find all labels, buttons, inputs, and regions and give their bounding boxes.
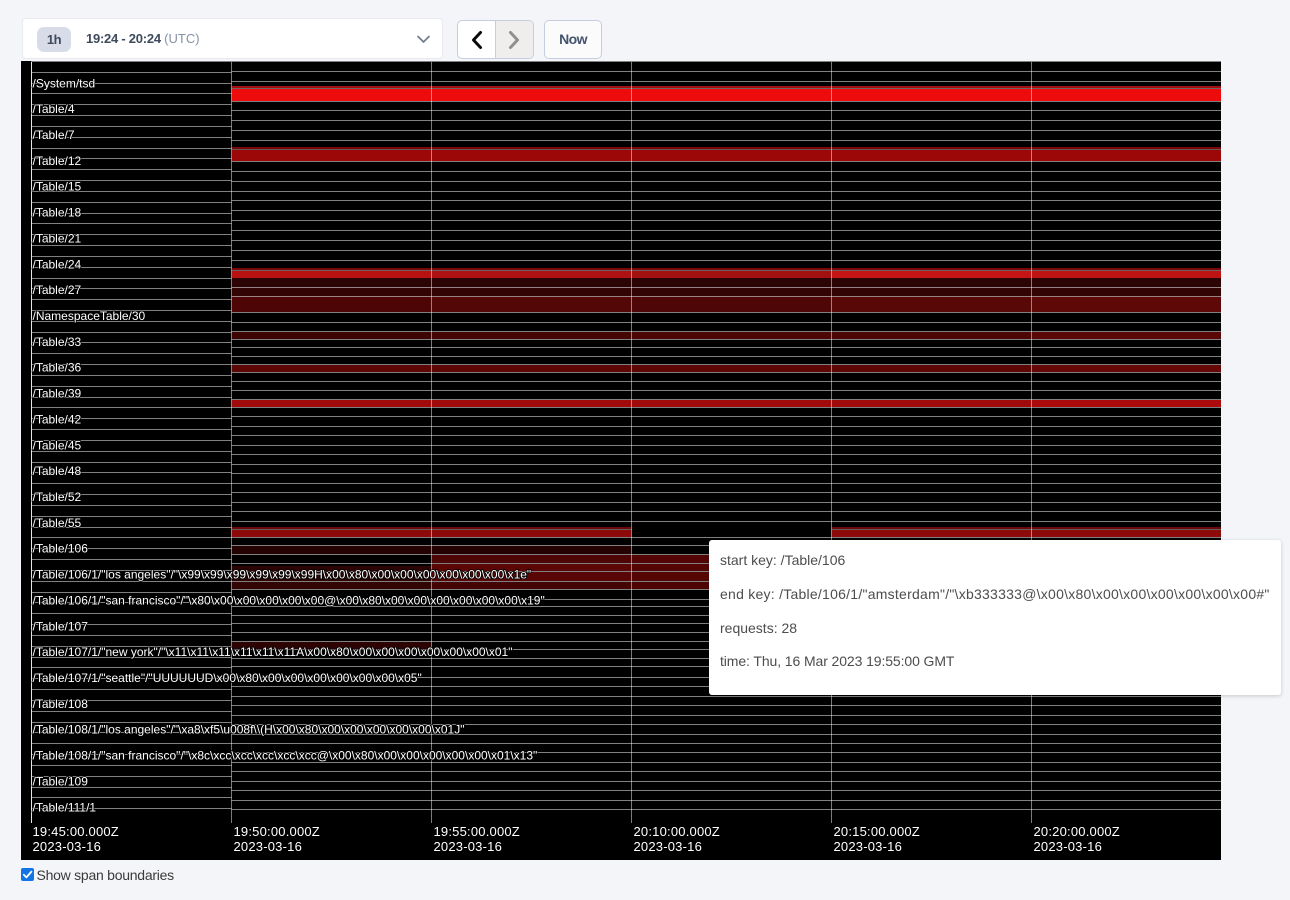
svg-text:/Table/109: /Table/109 xyxy=(33,774,89,788)
svg-text:2023-03-16: 2023-03-16 xyxy=(434,839,503,854)
svg-text:2023-03-16: 2023-03-16 xyxy=(234,839,303,854)
svg-text:20:15:00.000Z: 20:15:00.000Z xyxy=(834,824,920,839)
svg-text:/Table/111/1: /Table/111/1 xyxy=(33,800,97,814)
svg-text:/System/tsd: /System/tsd xyxy=(33,76,96,90)
svg-text:/Table/42: /Table/42 xyxy=(33,412,82,426)
svg-text:/Table/108/1/"los angeles"/"\x: /Table/108/1/"los angeles"/"\xa8\xf5\u00… xyxy=(33,723,465,737)
svg-text:/Table/4: /Table/4 xyxy=(33,102,75,116)
svg-text:/Table/52: /Table/52 xyxy=(33,490,82,504)
svg-text:2023-03-16: 2023-03-16 xyxy=(33,839,102,854)
svg-text:/Table/106: /Table/106 xyxy=(33,542,89,556)
svg-text:/Table/36: /Table/36 xyxy=(33,361,82,375)
svg-text:20:20:00.000Z: 20:20:00.000Z xyxy=(1034,824,1120,839)
svg-text:/Table/15: /Table/15 xyxy=(33,180,82,194)
svg-text:20:10:00.000Z: 20:10:00.000Z xyxy=(634,824,720,839)
svg-text:/NamespaceTable/30: /NamespaceTable/30 xyxy=(33,309,146,323)
svg-text:/Table/7: /Table/7 xyxy=(33,128,75,142)
svg-text:/Table/33: /Table/33 xyxy=(33,335,82,349)
svg-text:/Table/24: /Table/24 xyxy=(33,257,82,271)
svg-text:/Table/108/1/"san francisco"/": /Table/108/1/"san francisco"/"\x8c\xcc\x… xyxy=(33,749,538,763)
svg-text:/Table/107/1/"new york"/"\x11\: /Table/107/1/"new york"/"\x11\x11\x11\x1… xyxy=(33,645,513,659)
svg-text:/Table/108: /Table/108 xyxy=(33,697,89,711)
svg-text:/Table/18: /Table/18 xyxy=(33,206,82,220)
svg-text:/Table/27: /Table/27 xyxy=(33,283,82,297)
svg-text:/Table/39: /Table/39 xyxy=(33,387,82,401)
svg-text:2023-03-16: 2023-03-16 xyxy=(1034,839,1103,854)
svg-text:2023-03-16: 2023-03-16 xyxy=(634,839,703,854)
svg-text:19:55:00.000Z: 19:55:00.000Z xyxy=(434,824,520,839)
svg-text:/Table/106/1/"los angeles"/"\x: /Table/106/1/"los angeles"/"\x99\x99\x99… xyxy=(33,568,532,582)
svg-text:/Table/12: /Table/12 xyxy=(33,154,82,168)
svg-text:19:50:00.000Z: 19:50:00.000Z xyxy=(234,824,320,839)
svg-text:/Table/107: /Table/107 xyxy=(33,619,89,633)
svg-text:/Table/21: /Table/21 xyxy=(33,231,82,245)
svg-text:/Table/45: /Table/45 xyxy=(33,438,82,452)
svg-text:/Table/48: /Table/48 xyxy=(33,464,82,478)
svg-text:2023-03-16: 2023-03-16 xyxy=(834,839,903,854)
svg-text:/Table/106/1/"san francisco"/": /Table/106/1/"san francisco"/"\x80\x00\x… xyxy=(33,593,545,607)
svg-text:/Table/107/1/"seattle"/"UUUUUU: /Table/107/1/"seattle"/"UUUUUUD\x00\x80\… xyxy=(33,671,422,685)
svg-text:19:45:00.000Z: 19:45:00.000Z xyxy=(33,824,119,839)
svg-text:/Table/55: /Table/55 xyxy=(33,516,82,530)
